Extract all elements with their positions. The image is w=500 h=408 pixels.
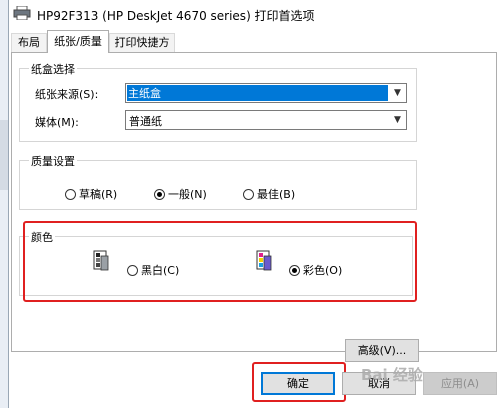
quality-draft-label: 草稿(R) bbox=[79, 188, 118, 201]
quality-group-title: 质量设置 bbox=[29, 153, 77, 169]
apply-button-label: 应用(A) bbox=[440, 377, 480, 390]
quality-best-label: 最佳(B) bbox=[257, 188, 296, 201]
media-label: 媒体(M): bbox=[35, 116, 79, 129]
tab-paper-quality[interactable]: 纸张/质量 bbox=[47, 30, 109, 53]
color-bw-radio[interactable]: 黑白(C) bbox=[127, 262, 179, 278]
media-value: 普通纸 bbox=[129, 115, 162, 128]
quality-draft-radio[interactable]: 草稿(R) bbox=[65, 186, 117, 202]
printer-icon bbox=[13, 5, 31, 21]
black-white-icon bbox=[93, 250, 109, 272]
color-group-highlight bbox=[23, 221, 417, 302]
color-color-radio[interactable]: 彩色(O) bbox=[289, 262, 342, 278]
advanced-button-label: 高级(V)... bbox=[357, 344, 407, 357]
title-bar: HP92F313 (HP DeskJet 4670 series) 打印首选项 bbox=[9, 0, 500, 30]
tray-group-title: 纸盒选择 bbox=[29, 61, 77, 77]
radio-circle bbox=[127, 264, 138, 276]
quality-normal-radio[interactable]: 一般(N) bbox=[154, 186, 207, 202]
color-icon bbox=[256, 250, 272, 272]
tab-print-shortcuts[interactable]: 打印快捷方式 bbox=[109, 33, 175, 67]
tab-layout[interactable]: 布局 bbox=[11, 33, 47, 52]
window-title: HP92F313 (HP DeskJet 4670 series) 打印首选项 bbox=[37, 9, 315, 23]
paper-source-label: 纸张来源(S): bbox=[35, 88, 99, 101]
tab-strip: 布局 纸张/质量 打印快捷方式 bbox=[9, 30, 500, 67]
ok-button-highlight bbox=[252, 362, 346, 402]
paper-source-value: 主纸盒 bbox=[128, 87, 161, 100]
radio-circle-selected bbox=[154, 188, 165, 200]
radio-circle bbox=[65, 188, 76, 200]
tray-selection-group bbox=[19, 68, 417, 142]
advanced-button[interactable]: 高级(V)... bbox=[345, 339, 419, 362]
watermark: Bai 经验 bbox=[361, 366, 423, 384]
apply-button[interactable]: 应用(A) bbox=[423, 372, 497, 395]
print-preferences-window: HP92F313 (HP DeskJet 4670 series) 打印首选项 … bbox=[8, 0, 500, 408]
quality-normal-label: 一般(N) bbox=[168, 188, 207, 201]
media-select[interactable]: 普通纸 ▼ bbox=[125, 110, 407, 130]
chevron-down-icon: ▼ bbox=[394, 115, 401, 125]
color-bw-label: 黑白(C) bbox=[141, 264, 180, 277]
chevron-down-icon: ▼ bbox=[394, 88, 401, 98]
paper-source-select[interactable]: 主纸盒 ▼ bbox=[125, 83, 407, 103]
radio-circle bbox=[243, 188, 254, 200]
desktop-backdrop bbox=[0, 0, 8, 408]
quality-group bbox=[19, 160, 417, 210]
quality-best-radio[interactable]: 最佳(B) bbox=[243, 186, 295, 202]
radio-circle-selected bbox=[289, 264, 300, 276]
tab-label: 布局 bbox=[18, 36, 40, 49]
color-color-label: 彩色(O) bbox=[303, 264, 343, 277]
tab-label: 纸张/质量 bbox=[54, 35, 102, 48]
